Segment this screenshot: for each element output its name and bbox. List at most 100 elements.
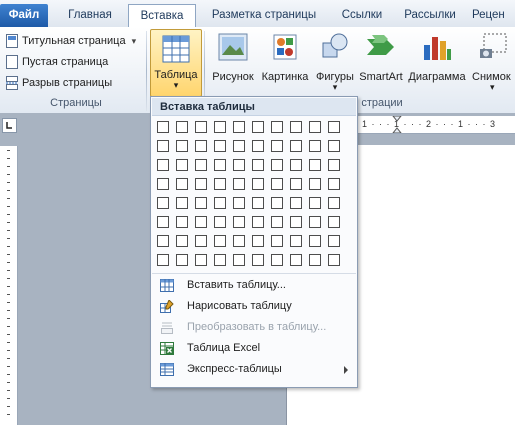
table-size-cell[interactable] [157, 216, 169, 228]
table-size-cell[interactable] [271, 235, 283, 247]
table-size-cell[interactable] [252, 216, 264, 228]
table-size-cell[interactable] [195, 216, 207, 228]
table-size-cell[interactable] [290, 235, 302, 247]
table-size-cell[interactable] [271, 216, 283, 228]
table-size-cell[interactable] [176, 159, 188, 171]
tab-insert[interactable]: Вставка [128, 4, 196, 27]
table-size-cell[interactable] [252, 159, 264, 171]
table-size-cell[interactable] [328, 197, 340, 209]
table-size-cell[interactable] [233, 216, 245, 228]
tab-review[interactable]: Рецен [472, 6, 515, 27]
table-size-cell[interactable] [195, 197, 207, 209]
table-size-cell[interactable] [290, 140, 302, 152]
table-size-cell[interactable] [290, 121, 302, 133]
table-size-cell[interactable] [214, 235, 226, 247]
table-size-cell[interactable] [214, 140, 226, 152]
table-size-cell[interactable] [176, 216, 188, 228]
table-size-cell[interactable] [252, 140, 264, 152]
table-size-cell[interactable] [328, 140, 340, 152]
table-size-cell[interactable] [176, 178, 188, 190]
table-size-cell[interactable] [214, 254, 226, 266]
table-size-cell[interactable] [252, 178, 264, 190]
table-size-cell[interactable] [309, 140, 321, 152]
table-size-cell[interactable] [214, 216, 226, 228]
table-size-cell[interactable] [195, 121, 207, 133]
table-size-cell[interactable] [233, 254, 245, 266]
table-size-cell[interactable] [309, 197, 321, 209]
table-size-cell[interactable] [157, 197, 169, 209]
menu-item-excel-table[interactable]: Таблица Excel [152, 338, 356, 359]
table-size-cell[interactable] [233, 178, 245, 190]
picture-button[interactable]: Рисунок [210, 31, 256, 83]
screenshot-button[interactable]: Снимок ▾ [472, 31, 515, 92]
table-size-cell[interactable] [157, 178, 169, 190]
table-size-cell[interactable] [214, 159, 226, 171]
menu-item-insert-table[interactable]: Вставить таблицу... [152, 275, 356, 296]
table-size-cell[interactable] [176, 235, 188, 247]
smartart-button[interactable]: SmartArt [356, 31, 406, 83]
table-size-cell[interactable] [290, 178, 302, 190]
clipart-button[interactable]: Картинка [258, 31, 312, 83]
table-size-cell[interactable] [195, 254, 207, 266]
table-size-cell[interactable] [328, 121, 340, 133]
table-size-cell[interactable] [214, 121, 226, 133]
table-size-cell[interactable] [195, 235, 207, 247]
tab-selector-button[interactable] [2, 118, 17, 133]
table-size-cell[interactable] [271, 178, 283, 190]
table-size-cell[interactable] [157, 254, 169, 266]
table-size-cell[interactable] [157, 140, 169, 152]
table-size-cell[interactable] [233, 235, 245, 247]
table-size-cell[interactable] [309, 178, 321, 190]
table-size-cell[interactable] [271, 197, 283, 209]
table-size-cell[interactable] [271, 254, 283, 266]
table-size-cell[interactable] [176, 121, 188, 133]
vertical-ruler[interactable] [0, 146, 18, 425]
tab-page-layout[interactable]: Разметка страницы [200, 6, 328, 27]
table-size-cell[interactable] [214, 178, 226, 190]
table-size-cell[interactable] [176, 140, 188, 152]
table-size-cell[interactable] [328, 178, 340, 190]
table-size-cell[interactable] [233, 159, 245, 171]
table-button[interactable]: Таблица ▾ [150, 29, 202, 97]
table-size-cell[interactable] [233, 197, 245, 209]
table-size-cell[interactable] [309, 235, 321, 247]
horizontal-ruler[interactable]: 1 · · · 1 · · · 2 · · · 1 · · · 3 [358, 116, 515, 134]
tab-home[interactable]: Главная [57, 6, 123, 27]
table-size-cell[interactable] [195, 178, 207, 190]
indent-marker-icon[interactable] [392, 116, 402, 133]
cover-page-button[interactable]: Титульная страница ▾ [2, 31, 136, 51]
tab-references[interactable]: Ссылки [333, 6, 391, 27]
chart-button[interactable]: Диаграмма [405, 31, 469, 83]
table-size-cell[interactable] [252, 121, 264, 133]
table-size-cell[interactable] [309, 254, 321, 266]
table-size-cell[interactable] [328, 235, 340, 247]
table-size-cell[interactable] [271, 121, 283, 133]
menu-item-quick-tables[interactable]: Экспресс-таблицы [152, 359, 356, 380]
table-size-cell[interactable] [195, 159, 207, 171]
table-size-cell[interactable] [328, 254, 340, 266]
table-size-cell[interactable] [214, 197, 226, 209]
table-size-cell[interactable] [328, 216, 340, 228]
page-break-button[interactable]: Разрыв страницы [2, 73, 112, 93]
blank-page-button[interactable]: Пустая страница [2, 52, 108, 72]
shapes-button[interactable]: Фигуры ▾ [312, 31, 358, 92]
table-size-cell[interactable] [252, 254, 264, 266]
table-size-cell[interactable] [290, 197, 302, 209]
table-size-cell[interactable] [309, 216, 321, 228]
table-size-cell[interactable] [309, 121, 321, 133]
menu-item-draw-table[interactable]: Нарисовать таблицу [152, 296, 356, 317]
table-size-cell[interactable] [195, 140, 207, 152]
table-size-cell[interactable] [157, 235, 169, 247]
table-size-cell[interactable] [252, 235, 264, 247]
table-size-cell[interactable] [328, 159, 340, 171]
table-size-cell[interactable] [233, 121, 245, 133]
table-size-cell[interactable] [176, 197, 188, 209]
tab-file[interactable]: Файл [0, 4, 48, 27]
table-size-cell[interactable] [290, 159, 302, 171]
tab-mailings[interactable]: Рассылки [396, 6, 464, 27]
table-size-cell[interactable] [252, 197, 264, 209]
table-size-cell[interactable] [157, 121, 169, 133]
table-size-cell[interactable] [290, 254, 302, 266]
table-size-cell[interactable] [271, 159, 283, 171]
table-size-cell[interactable] [290, 216, 302, 228]
